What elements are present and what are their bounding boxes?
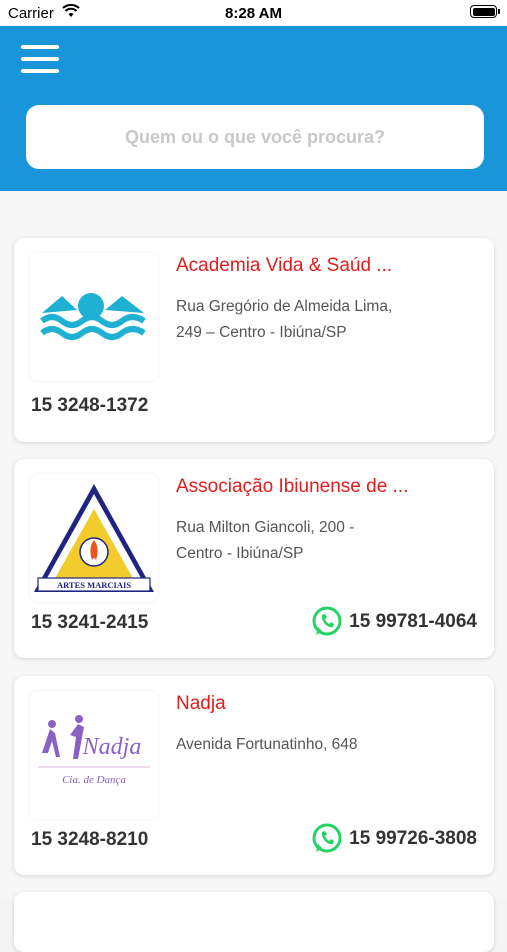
phone-number[interactable]: 15 3241-2415 (31, 612, 148, 634)
battery-icon (470, 5, 500, 18)
listing-card[interactable] (14, 892, 494, 952)
whatsapp-number[interactable]: 15 99726-3808 (349, 828, 477, 850)
svg-text:Nadja: Nadja (82, 734, 142, 760)
business-logo: ARTES MARCIAIS (30, 474, 158, 602)
hamburger-menu-icon[interactable] (21, 45, 59, 73)
business-name[interactable]: Nadja (176, 693, 226, 715)
business-address: Rua Gregório de Almeida Lima, 249 – Cent… (176, 298, 393, 341)
whatsapp-icon (312, 823, 342, 853)
business-logo: Nadja Cia. de Dança (30, 691, 158, 819)
martial-arts-logo-icon: ARTES MARCIAIS (34, 484, 154, 592)
business-logo (30, 253, 158, 381)
swimmer-logo-icon (40, 293, 146, 340)
svg-text:ARTES MARCIAIS: ARTES MARCIAIS (57, 580, 131, 590)
status-bar: Carrier 8:28 AM (0, 0, 507, 26)
whatsapp-contact[interactable]: 15 99781-4064 (311, 606, 477, 638)
business-name[interactable]: Associação Ibiunense de ... (176, 476, 408, 498)
whatsapp-icon (312, 606, 342, 636)
business-address: Rua Milton Giancoli, 200 - Centro - Ibiú… (176, 519, 355, 562)
svg-text:Cia. de Dança: Cia. de Dança (62, 774, 126, 786)
phone-number[interactable]: 15 3248-1372 (31, 395, 148, 417)
phone-number[interactable]: 15 3248-8210 (31, 829, 148, 851)
business-name[interactable]: Academia Vida & Saúd ... (176, 255, 392, 277)
listing-card[interactable]: Nadja Cia. de Dança Nadja Avenida Fortun… (14, 676, 494, 875)
listing-card[interactable]: ARTES MARCIAIS Associação Ibiunense de .… (14, 459, 494, 658)
app-header (0, 26, 507, 191)
business-list: Academia Vida & Saúd ... Rua Gregório de… (0, 191, 507, 952)
clock: 8:28 AM (225, 5, 282, 22)
whatsapp-number[interactable]: 15 99781-4064 (349, 611, 477, 633)
business-address: Avenida Fortunatinho, 648 (176, 736, 358, 753)
search-input[interactable] (26, 105, 484, 169)
whatsapp-contact[interactable]: 15 99726-3808 (311, 823, 477, 855)
listing-card[interactable]: Academia Vida & Saúd ... Rua Gregório de… (14, 238, 494, 442)
dance-logo-icon: Nadja Cia. de Dança (38, 715, 150, 786)
